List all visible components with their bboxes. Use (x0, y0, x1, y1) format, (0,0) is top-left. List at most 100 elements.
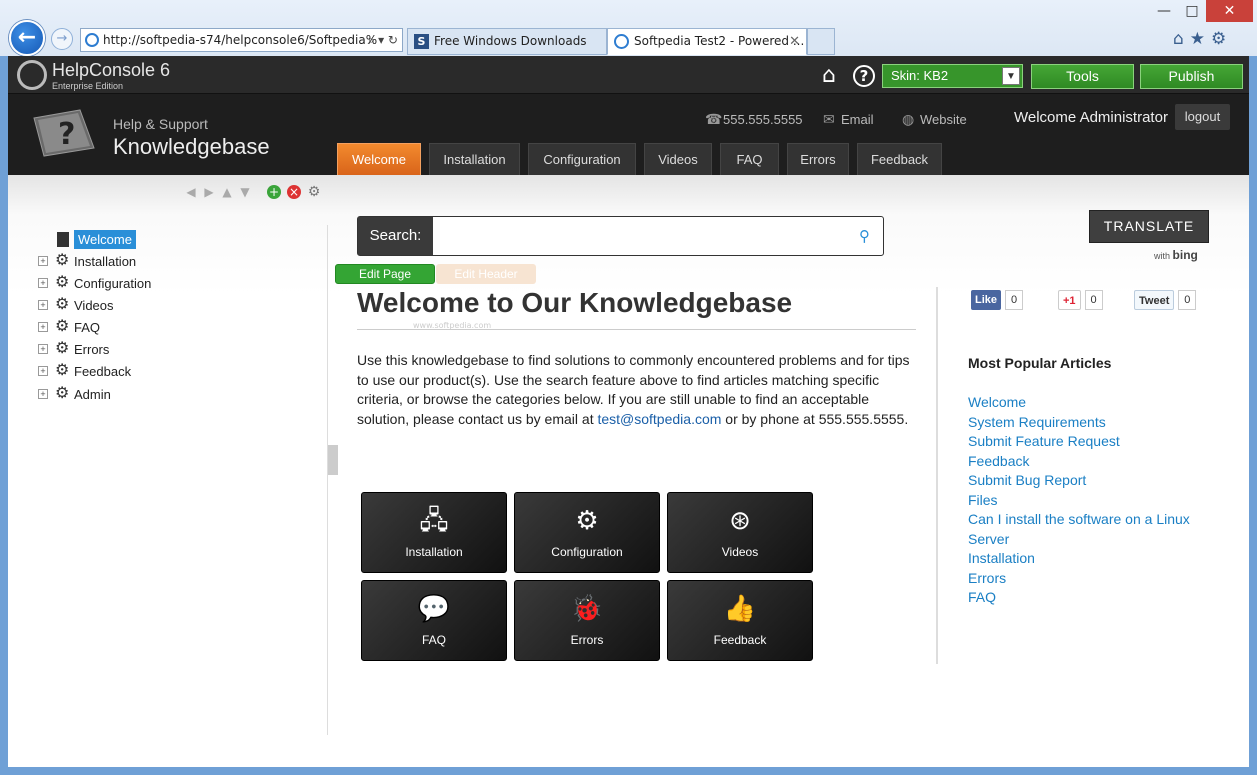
tree-item-label: Errors (74, 342, 110, 357)
website-link[interactable]: ◍ Website (902, 111, 967, 128)
popular-article-link[interactable]: Feedback (968, 452, 1218, 472)
move-down-icon[interactable]: ▼ (238, 185, 252, 199)
expand-icon[interactable]: + (38, 278, 48, 288)
popular-article-link[interactable]: System Requirements (968, 413, 1218, 433)
translate-button[interactable]: TRANSLATE (1089, 210, 1209, 243)
film-reel-icon: ⊛ (729, 505, 751, 535)
delete-icon[interactable]: × (287, 185, 301, 199)
tile-faq[interactable]: 💬 FAQ (361, 580, 507, 661)
tools-button[interactable]: Tools (1031, 64, 1134, 89)
google-plus-count: 0 (1084, 290, 1103, 310)
gear-icon: ⚙ (55, 385, 70, 402)
tile-label: Videos (721, 545, 759, 559)
popular-article-link[interactable]: Submit Feature Request (968, 432, 1218, 452)
tile-configuration[interactable]: ⚙ Configuration (514, 492, 660, 573)
popular-article-link[interactable]: Files (968, 491, 1218, 511)
add-icon[interactable]: + (267, 185, 281, 199)
tab-feedback[interactable]: Feedback (857, 143, 942, 175)
search-box: Search: ⚲ (357, 216, 884, 256)
tab-configuration[interactable]: Configuration (528, 143, 636, 175)
gear-icon: ⚙ (55, 252, 70, 269)
close-window-button[interactable]: ✕ (1206, 0, 1253, 22)
move-up-icon[interactable]: ▲ (220, 185, 234, 199)
edit-header-button[interactable]: Edit Header (436, 264, 536, 284)
home-favorites-settings-icons[interactable]: ⌂★⚙ (1173, 29, 1232, 49)
website-label: Website (920, 112, 967, 127)
popular-article-link[interactable]: Errors (968, 569, 1218, 589)
speech-bubbles-icon: 💬 (417, 593, 451, 623)
popular-article-link[interactable]: Submit Bug Report (968, 471, 1218, 491)
tile-videos[interactable]: ⊛ Videos (667, 492, 813, 573)
skin-select[interactable]: Skin: KB2 ▼ (882, 64, 1023, 88)
tab-faq[interactable]: FAQ (720, 143, 779, 175)
gear-icon[interactable]: ⚙ (307, 185, 321, 199)
address-tools-icons[interactable]: ⌕ ▾ ↻ (368, 29, 398, 51)
browser-tab-1[interactable]: S Free Windows Downloads (407, 28, 607, 55)
expand-icon[interactable]: + (38, 322, 48, 332)
expand-icon[interactable]: + (38, 366, 48, 376)
expand-icon[interactable]: + (38, 344, 48, 354)
facebook-like[interactable]: Like 0 (971, 290, 1024, 310)
gear-icon: ⚙ (55, 362, 70, 379)
search-icon[interactable]: ⚲ (859, 227, 875, 245)
tab-welcome[interactable]: Welcome (337, 143, 421, 175)
move-right-icon[interactable]: ▶ (202, 185, 216, 199)
tile-label: Configuration (551, 545, 623, 559)
tab-installation[interactable]: Installation (429, 143, 520, 175)
ie-favicon-icon (614, 34, 629, 49)
tweet-button[interactable]: Tweet (1134, 290, 1175, 310)
phone-link[interactable]: ☎555.555.5555 (705, 111, 803, 128)
back-button[interactable]: ← (9, 20, 45, 56)
pane-splitter[interactable] (327, 225, 328, 735)
home-icon[interactable]: ⌂ (822, 65, 846, 87)
expand-icon[interactable]: + (38, 389, 48, 399)
twitter-tweet[interactable]: Tweet 0 (1134, 290, 1197, 310)
minimize-button[interactable]: — (1150, 0, 1178, 22)
facebook-like-button[interactable]: Like (971, 290, 1002, 310)
phone-icon: ☎ (705, 111, 723, 127)
tile-installation[interactable]: 🖧 Installation (361, 492, 507, 573)
header-subtitle: Help & Support (113, 116, 208, 132)
expand-icon[interactable]: + (38, 256, 48, 266)
expand-icon[interactable]: + (38, 300, 48, 310)
browser-tab-2[interactable]: Softpedia Test2 - Powered ... ✕ (607, 28, 807, 55)
tab-title: Softpedia Test2 - Powered ... (634, 34, 805, 48)
chevron-down-icon[interactable]: ▼ (1002, 67, 1020, 85)
bing-attribution: with bing (1154, 248, 1198, 262)
tile-label: Errors (570, 633, 604, 647)
site-header: ? Help & Support Knowledgebase ☎555.555.… (8, 94, 1249, 175)
logout-button[interactable]: logout (1175, 104, 1230, 130)
popular-article-link[interactable]: FAQ (968, 588, 1218, 608)
new-tab-button[interactable] (807, 28, 835, 55)
move-left-icon[interactable]: ◀ (184, 185, 198, 199)
publish-button[interactable]: Publish (1140, 64, 1243, 89)
email-contact-link[interactable]: test@softpedia.com (597, 411, 721, 427)
edit-page-button[interactable]: Edit Page (335, 264, 435, 284)
popular-article-link[interactable]: Can I install the software on a Linux Se… (968, 510, 1218, 549)
google-plus-button[interactable]: +1 (1058, 290, 1081, 310)
address-bar[interactable]: http://softpedia-s74/helpconsole6/Softpe… (80, 28, 403, 52)
tab-errors[interactable]: Errors (787, 143, 849, 175)
tile-feedback[interactable]: 👍 Feedback (667, 580, 813, 661)
maximize-button[interactable]: □ (1178, 0, 1206, 22)
tab-title: Free Windows Downloads (434, 34, 587, 48)
popular-article-link[interactable]: Welcome (968, 393, 1218, 413)
splitter-handle[interactable] (328, 445, 338, 475)
browser-window: ← → http://softpedia-s74/helpconsole6/So… (0, 0, 1257, 775)
tree-item-label: Feedback (74, 364, 132, 379)
close-tab-icon[interactable]: ✕ (789, 29, 800, 54)
softpedia-favicon-icon: S (414, 34, 429, 49)
tree-item-label: Admin (74, 387, 111, 402)
email-link[interactable]: ✉ Email (823, 111, 874, 128)
search-input[interactable] (434, 217, 854, 255)
facebook-count: 0 (1005, 290, 1024, 310)
tile-label: Feedback (713, 633, 767, 647)
google-plus[interactable]: +1 0 (1058, 290, 1103, 310)
popular-article-link[interactable]: Installation (968, 549, 1218, 569)
tile-errors[interactable]: 🐞 Errors (514, 580, 660, 661)
help-icon[interactable]: ? (853, 65, 875, 87)
tweet-count: 0 (1178, 290, 1197, 310)
tree-item-label: Videos (74, 298, 114, 313)
tab-videos[interactable]: Videos (644, 143, 712, 175)
forward-button[interactable]: → (51, 28, 73, 50)
